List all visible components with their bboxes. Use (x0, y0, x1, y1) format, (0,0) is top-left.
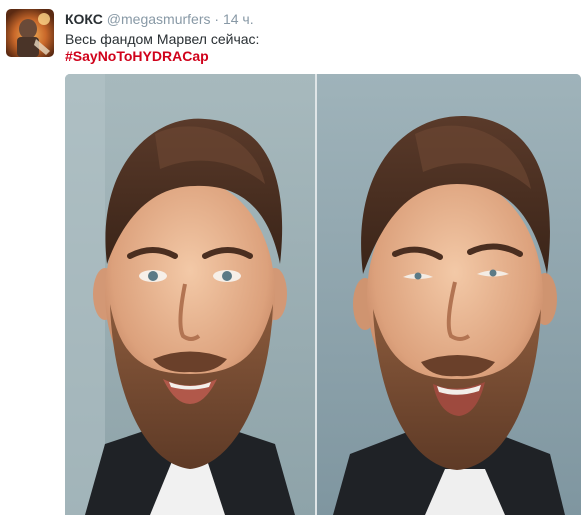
avatar[interactable] (6, 9, 54, 57)
avatar-image (6, 9, 54, 57)
tweet-timestamp[interactable]: 14 ч. (223, 11, 254, 27)
user-handle[interactable]: @megasmurfers (107, 11, 211, 27)
hashtag-link[interactable]: #SayNoToHYDRACap (65, 47, 209, 65)
tweet-media-photo[interactable] (65, 74, 581, 515)
tweet-header: КОКС @megasmurfers · 14 ч. (65, 10, 254, 28)
tweet-text: Весь фандом Марвел сейчас: (65, 31, 260, 47)
photo-image (65, 74, 581, 515)
separator-dot: · (214, 11, 220, 27)
tweet-card: КОКС @megasmurfers · 14 ч. Весь фандом М… (0, 0, 583, 515)
display-name[interactable]: КОКС (65, 11, 103, 27)
